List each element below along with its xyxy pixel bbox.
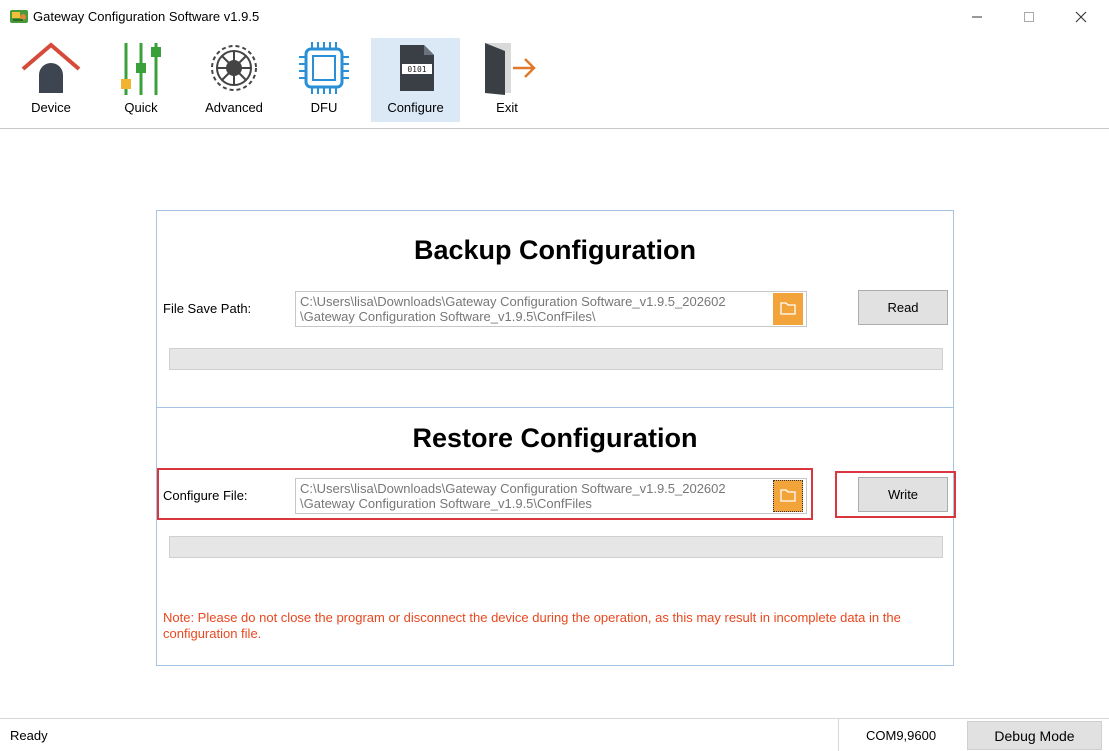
status-separator [838,719,839,751]
file-save-path-label: File Save Path: [163,301,252,316]
status-bar: Ready COM9,9600 Debug Mode [0,718,1109,751]
toolbar-item-device[interactable]: Device [16,38,86,122]
minimize-button[interactable] [954,0,1000,34]
svg-text:0101: 0101 [407,65,426,74]
chip-icon [289,38,359,98]
configuration-panel: Backup Configuration File Save Path: C:\… [156,210,956,666]
maximize-button[interactable] [1006,0,1052,34]
gear-icon [199,38,269,98]
title-bar: Gateway Configuration Software v1.9.5 [0,0,1109,34]
toolbar-item-configure[interactable]: 0101 Configure [371,38,460,122]
restore-browse-button[interactable] [773,480,803,512]
exit-door-icon [472,38,542,98]
backup-progress-bar [169,348,943,370]
port-status: COM9,9600 [866,728,937,743]
toolbar-item-quick[interactable]: Quick [106,38,176,122]
restore-progress-bar [169,536,943,558]
folder-icon [780,301,796,318]
binary-file-icon: 0101 [381,38,451,98]
close-button[interactable] [1058,0,1104,34]
toolbar-label: Configure [387,100,444,115]
folder-icon [780,488,796,505]
section-divider [157,407,953,408]
toolbar-item-dfu[interactable]: DFU [286,38,362,122]
toolbar-item-exit[interactable]: Exit [472,38,542,122]
restore-heading: Restore Configuration [412,423,698,453]
house-icon [16,38,86,98]
sliders-icon [106,38,176,98]
path-line-2: \Gateway Configuration Software_v1.9.5\C… [300,496,592,511]
configure-file-label: Configure File: [163,488,248,503]
backup-browse-button[interactable] [773,293,803,325]
file-save-path-field[interactable]: C:\Users\lisa\Downloads\Gateway Configur… [295,291,807,327]
toolbar-label: DFU [310,100,338,115]
backup-heading: Backup Configuration [414,235,696,265]
read-button[interactable]: Read [858,290,948,325]
toolbar-label: Quick [124,100,158,115]
toolbar-label: Advanced [205,100,263,115]
app-logo-icon [9,7,29,25]
warning-note: Note: Please do not close the program or… [163,610,901,641]
configure-file-field[interactable]: C:\Users\lisa\Downloads\Gateway Configur… [295,478,807,514]
debug-mode-button[interactable]: Debug Mode [967,721,1102,750]
write-button[interactable]: Write [858,477,948,512]
status-text: Ready [10,728,48,743]
window-title: Gateway Configuration Software v1.9.5 [33,9,260,24]
toolbar-label: Device [31,100,71,115]
path-line-1: C:\Users\lisa\Downloads\Gateway Configur… [300,294,726,309]
path-line-1: C:\Users\lisa\Downloads\Gateway Configur… [300,481,726,496]
path-line-2: \Gateway Configuration Software_v1.9.5\C… [300,309,596,324]
toolbar-label: Exit [496,100,518,115]
main-toolbar: Device Quick Advanced DFU 0101 Configure… [0,34,1109,126]
toolbar-divider [0,128,1109,129]
toolbar-item-advanced[interactable]: Advanced [196,38,272,122]
